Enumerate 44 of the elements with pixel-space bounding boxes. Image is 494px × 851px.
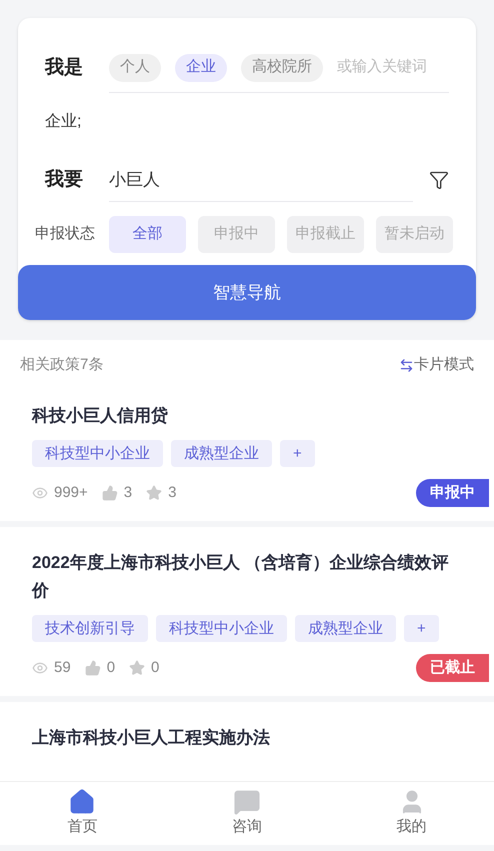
status-badge: 申报中 (416, 479, 489, 507)
identity-chip[interactable]: 企业 (175, 54, 227, 82)
home-icon (68, 788, 96, 816)
status-label: 申报状态 (35, 224, 95, 244)
star-icon (146, 485, 162, 501)
nav-tab[interactable]: 咨询 (164, 788, 330, 839)
like-icon (102, 485, 118, 501)
like-count: 3 (124, 482, 132, 503)
view-count: 999+ (54, 482, 88, 503)
views-icon (32, 660, 48, 676)
identity-chip[interactable]: 高校院所 (241, 54, 323, 82)
policy-tag: + (404, 615, 439, 642)
nav-tab[interactable]: 我的 (329, 788, 494, 839)
policy-tag: 科技型中小企业 (32, 440, 163, 467)
status-option[interactable]: 全部 (109, 216, 186, 253)
keyword-field[interactable]: 或输入关键词 (337, 56, 447, 79)
star-icon (129, 660, 146, 676)
identity-chip[interactable]: 个人 (109, 54, 161, 82)
like-icon (84, 660, 101, 676)
nav-tab[interactable]: 首页 (0, 788, 165, 839)
policy-title[interactable]: 科技小巨人信用贷 (32, 402, 462, 430)
selected-identity: 企业; (45, 112, 82, 132)
policy-title[interactable]: 2022年度上海市科技小巨人 （含培育）企业综合绩效评价 (32, 549, 462, 605)
favorite-count: 0 (151, 658, 160, 678)
smart-navigation-button[interactable]: 智慧导航 (18, 265, 476, 320)
result-count: 相关政策7条 (20, 354, 104, 375)
view-count: 59 (54, 658, 71, 678)
switch-icon[interactable] (399, 358, 414, 372)
policy-title[interactable]: 上海市科技小巨人工程实施办法 (32, 724, 462, 752)
chat-icon (233, 788, 261, 816)
policy-tag: + (280, 440, 315, 467)
policy-tag: 成熟型企业 (295, 615, 396, 642)
want-field[interactable]: 小巨人 (109, 158, 413, 202)
policy-tag: 技术创新引导 (32, 615, 148, 642)
want-label: 我要 (45, 168, 84, 192)
identity-label: 我是 (45, 56, 84, 80)
favorite-count: 3 (168, 482, 176, 503)
filter-icon[interactable] (429, 170, 449, 190)
status-badge: 已截止 (416, 654, 489, 682)
policy-tag: 成熟型企业 (171, 440, 272, 467)
like-count: 0 (106, 658, 116, 678)
card-mode-link[interactable]: 卡片模式 (414, 354, 474, 376)
views-icon (32, 485, 48, 501)
policy-tag: 科技型中小企业 (156, 615, 287, 642)
